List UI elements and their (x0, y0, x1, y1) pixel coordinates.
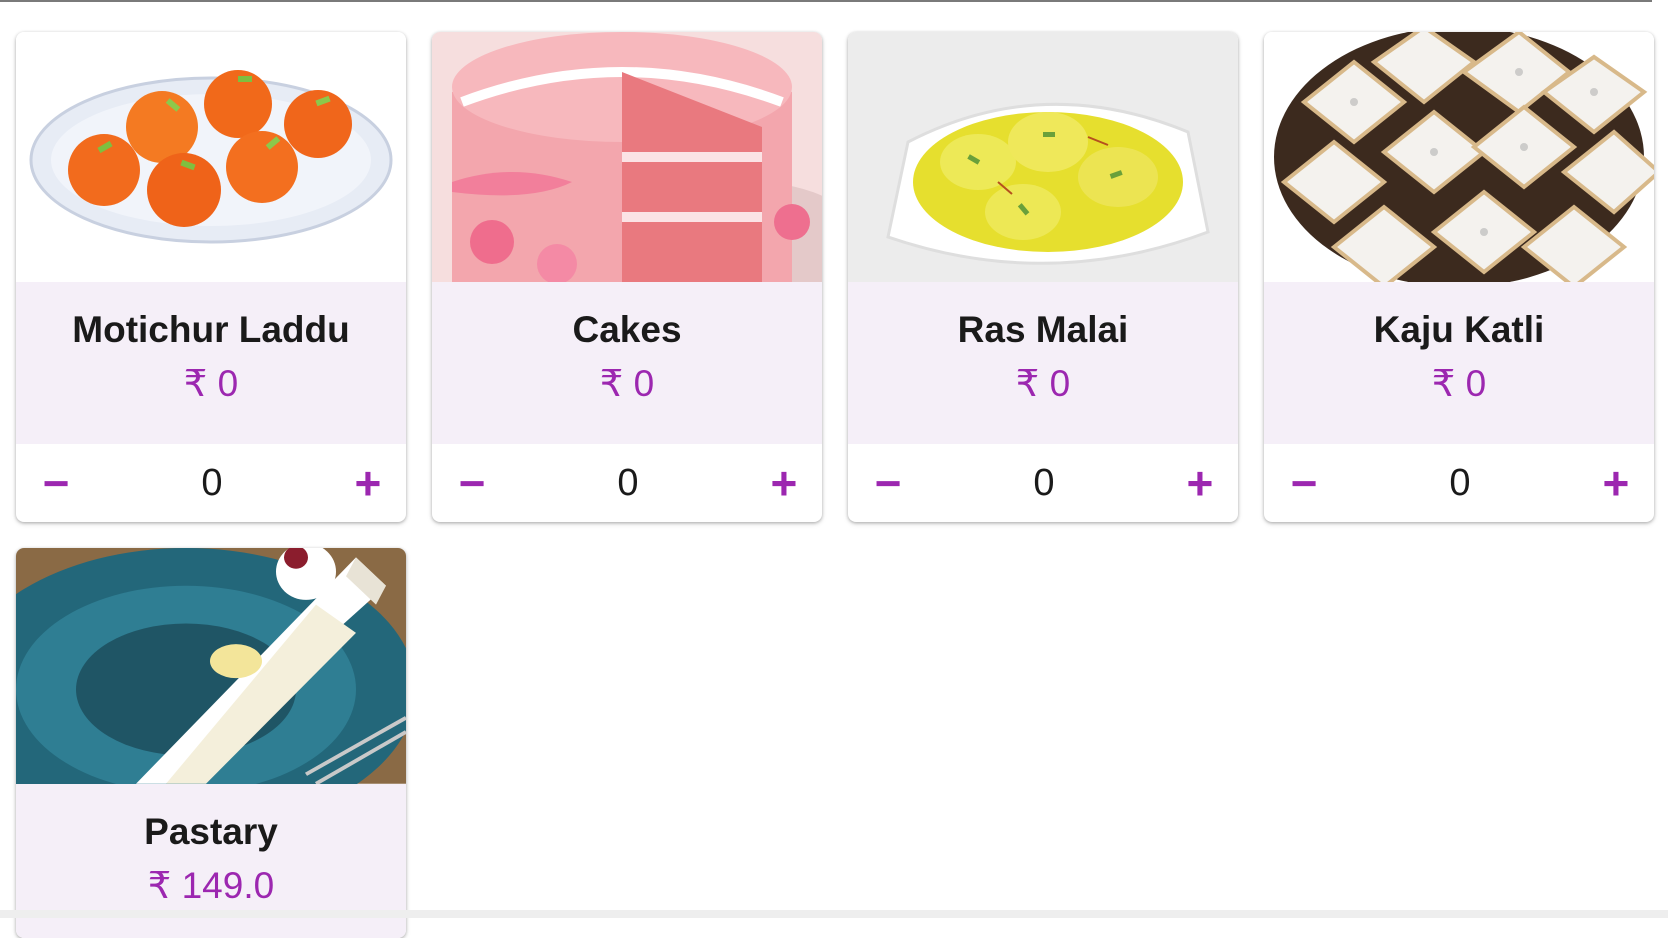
decrement-button[interactable]: − (868, 460, 908, 506)
quantity-stepper: − 0 + (1264, 444, 1654, 522)
product-info: Motichur Laddu ₹ 0 (16, 282, 406, 444)
quantity-value: 0 (201, 461, 223, 504)
bottom-bar (0, 910, 1668, 918)
cake-image (432, 32, 822, 282)
product-price: ₹ 0 (183, 363, 239, 404)
increment-button[interactable]: + (1180, 460, 1220, 506)
product-name: Pastary (144, 810, 278, 852)
decrement-button[interactable]: − (36, 460, 76, 506)
top-divider (0, 0, 1652, 2)
quantity-stepper: − 0 + (432, 444, 822, 522)
kajukatli-image (1264, 32, 1654, 282)
product-price: ₹ 0 (599, 363, 655, 404)
product-name: Kaju Katli (1373, 309, 1545, 350)
product-price: ₹ 0 (1431, 363, 1487, 404)
decrement-button[interactable]: − (452, 460, 492, 506)
increment-button[interactable]: + (764, 460, 804, 506)
product-card[interactable]: Cakes ₹ 0 − 0 + (432, 32, 822, 522)
quantity-stepper: − 0 + (848, 444, 1238, 522)
product-card[interactable]: Motichur Laddu ₹ 0 − 0 + (16, 32, 406, 522)
product-info: Cakes ₹ 0 (432, 282, 822, 444)
product-grid: Motichur Laddu ₹ 0 − 0 + Cakes ₹ 0 − 0 +… (16, 32, 1654, 938)
quantity-stepper: − 0 + (16, 444, 406, 522)
product-name: Ras Malai (957, 309, 1129, 350)
rasmalai-image (848, 32, 1238, 282)
quantity-value: 0 (617, 461, 639, 504)
increment-button[interactable]: + (1596, 460, 1636, 506)
product-name: Cakes (572, 309, 682, 350)
laddu-image (16, 32, 406, 282)
product-card[interactable]: Pastary ₹ 149.0 (16, 548, 406, 938)
product-card[interactable]: Kaju Katli ₹ 0 − 0 + (1264, 32, 1654, 522)
increment-button[interactable]: + (348, 460, 388, 506)
product-info: Ras Malai ₹ 0 (848, 282, 1238, 444)
decrement-button[interactable]: − (1284, 460, 1324, 506)
product-name: Motichur Laddu (72, 309, 350, 350)
pastry-image (16, 548, 406, 784)
quantity-value: 0 (1033, 461, 1055, 504)
quantity-value: 0 (1449, 461, 1471, 504)
product-card[interactable]: Ras Malai ₹ 0 − 0 + (848, 32, 1238, 522)
product-price: ₹ 149.0 (147, 864, 275, 906)
product-price: ₹ 0 (1015, 363, 1071, 404)
product-info: Kaju Katli ₹ 0 (1264, 282, 1654, 444)
